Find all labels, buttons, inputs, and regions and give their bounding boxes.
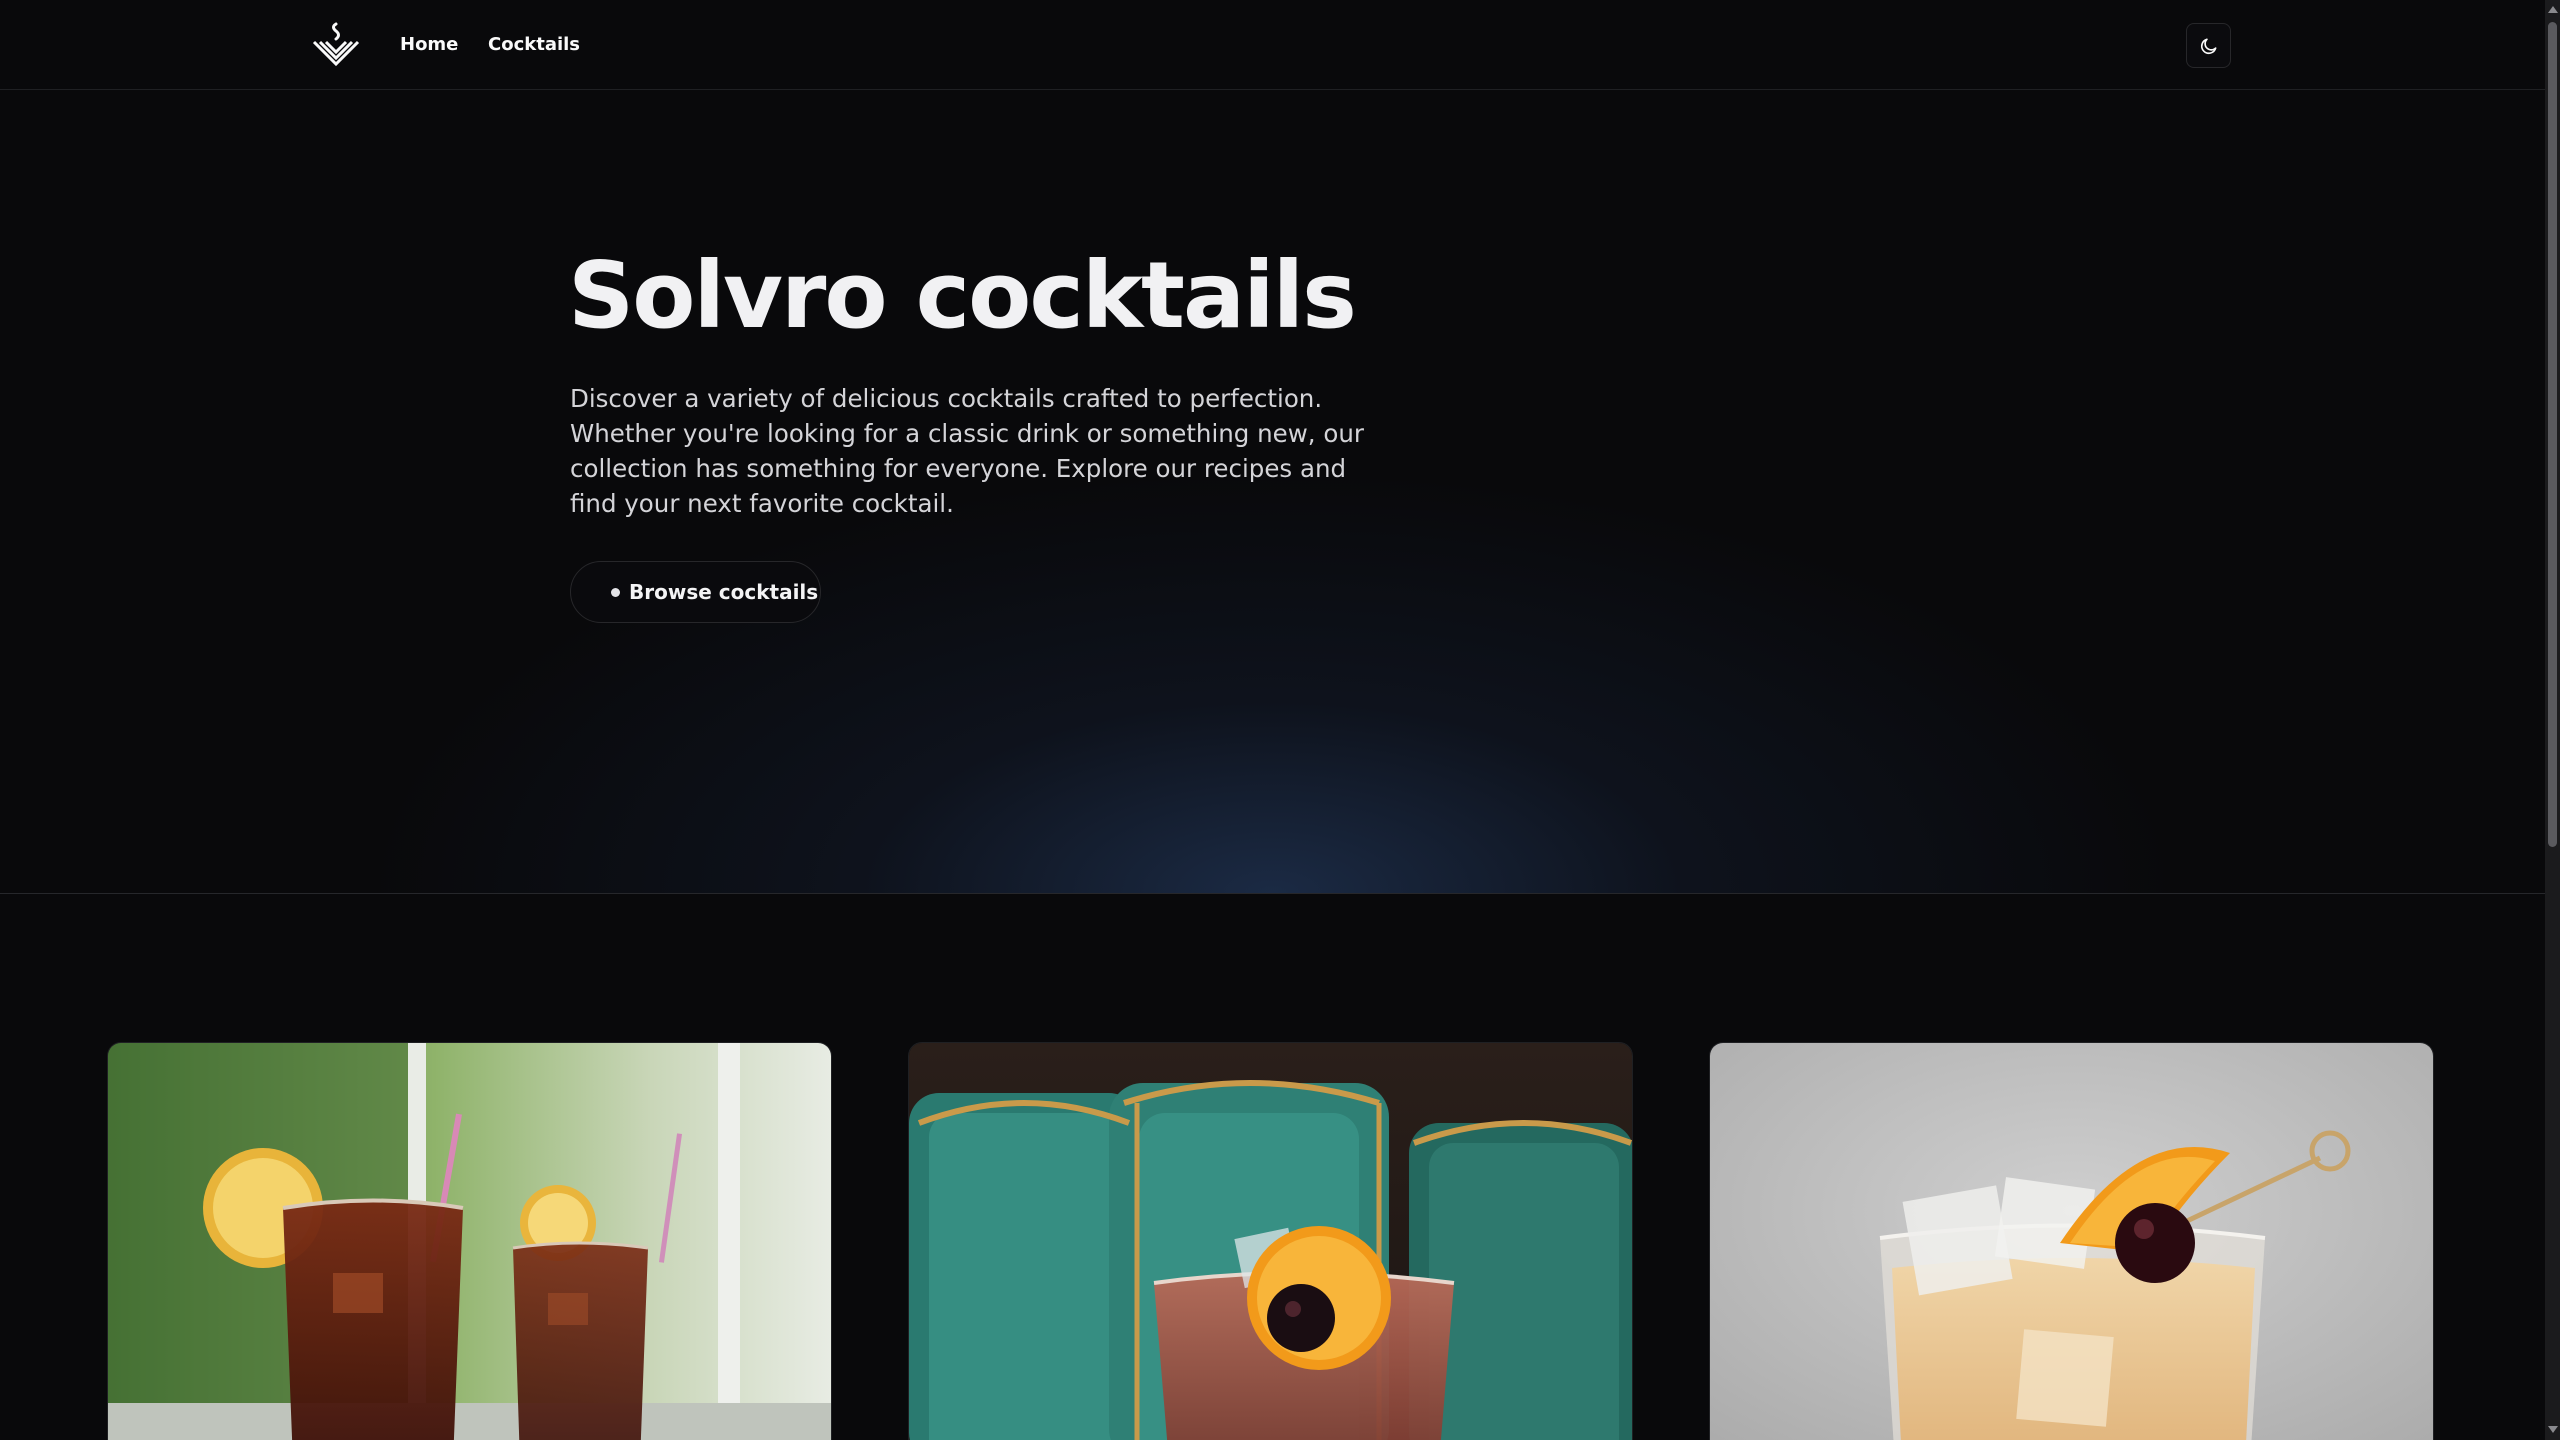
moon-icon <box>2200 38 2216 54</box>
theme-toggle-button[interactable] <box>2186 23 2231 68</box>
nav-home-link[interactable]: Home <box>400 32 458 58</box>
cocktail-old-fashioned-orange-cherry-photo <box>909 1043 1632 1440</box>
hero-section: Solvro cocktails Discover a variety of d… <box>0 91 2545 894</box>
cocktail-card[interactable] <box>1709 1042 2434 1440</box>
top-navbar: Home Cocktails <box>0 0 2545 90</box>
solvro-logo-icon[interactable] <box>310 22 362 68</box>
nav-cocktails-link[interactable]: Cocktails <box>488 32 580 58</box>
vertical-scrollbar[interactable] <box>2545 0 2560 1440</box>
page: Home Cocktails Solvro cocktails Discover… <box>0 0 2545 1440</box>
cocktail-whiskey-sour-orange-cherry-photo <box>1710 1043 2433 1440</box>
browse-cocktails-button[interactable]: Browse cocktails <box>570 561 821 623</box>
dot-icon <box>611 587 620 597</box>
scroll-up-icon[interactable] <box>2548 6 2558 13</box>
scrollbar-thumb[interactable] <box>2548 22 2557 847</box>
hero-description: Discover a variety of delicious cocktail… <box>570 384 1364 518</box>
scroll-down-icon[interactable] <box>2548 1426 2558 1433</box>
cocktail-card[interactable] <box>908 1042 1633 1440</box>
cocktail-card[interactable] <box>107 1042 832 1440</box>
cocktail-iced-tea-lemon-photo <box>108 1043 831 1440</box>
browse-cocktails-label: Browse cocktails <box>629 580 819 604</box>
page-title: Solvro cocktails <box>568 242 1357 349</box>
